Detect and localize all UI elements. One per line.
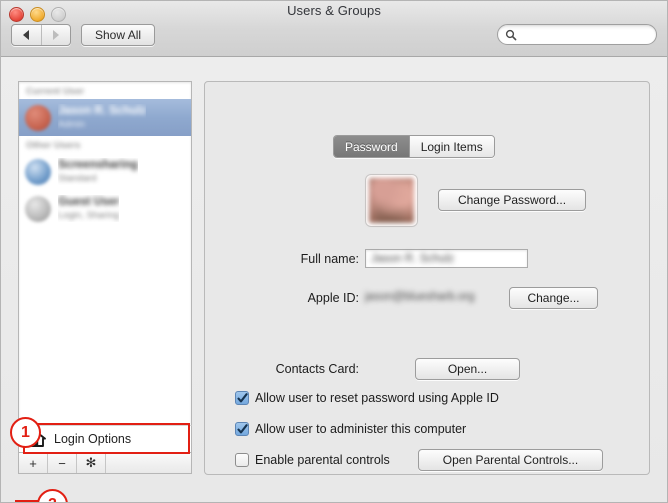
- forward-button[interactable]: [42, 25, 71, 45]
- sidebar-group-header: Current User: [26, 86, 85, 97]
- checkbox-reset-password[interactable]: [235, 391, 249, 405]
- navigation-segmented-control: [11, 24, 71, 46]
- sidebar-toolbar: + − ✻: [18, 453, 192, 474]
- apple-id-value: jason@bluesharb.org: [365, 291, 475, 303]
- checkbox-label-administer: Allow user to administer this computer: [255, 422, 467, 436]
- user-name: Guest User: [58, 196, 120, 209]
- avatar: [25, 104, 51, 131]
- user-role: Standard: [58, 172, 97, 184]
- search-icon: [505, 29, 517, 41]
- contacts-card-label: Contacts Card:: [275, 362, 359, 376]
- checkbox-row-parental-controls[interactable]: Enable parental controls: [235, 453, 390, 467]
- content-area: Current User Jason R. Schulz Admin Other…: [1, 57, 667, 502]
- settings-gear-button[interactable]: ✻: [77, 453, 106, 473]
- checkbox-parental-controls[interactable]: [235, 453, 249, 467]
- callout-badge-2: 2: [37, 489, 68, 502]
- change-apple-id-button[interactable]: Change...: [509, 287, 598, 309]
- full-name-input[interactable]: Jason R. Schulz: [365, 249, 528, 268]
- system-preferences-window: Users & Groups Show All Current User Jas…: [0, 0, 668, 503]
- account-photo-image: [369, 178, 414, 223]
- remove-user-button[interactable]: −: [48, 453, 77, 473]
- avatar: [25, 158, 51, 185]
- checkbox-label-parental-controls: Enable parental controls: [255, 453, 390, 467]
- tab-password[interactable]: Password: [334, 136, 409, 157]
- show-all-button[interactable]: Show All: [81, 24, 156, 46]
- forward-arrow-icon: [52, 30, 59, 40]
- sidebar-item-other-user-1[interactable]: Screensharing Standard: [19, 153, 191, 190]
- tab-login-items[interactable]: Login Items: [408, 136, 494, 157]
- user-name: Screensharing: [58, 159, 138, 172]
- change-password-button[interactable]: Change Password...: [438, 189, 586, 211]
- title-bar: Users & Groups Show All: [1, 1, 667, 57]
- user-role: Admin: [58, 118, 85, 130]
- add-user-button[interactable]: +: [19, 453, 48, 473]
- sidebar-item-other-user-2[interactable]: Guest User Login, Sharing: [19, 190, 191, 227]
- window-title: Users & Groups: [287, 3, 381, 18]
- user-role: Login, Sharing: [58, 209, 120, 221]
- search-field[interactable]: [497, 24, 657, 45]
- user-name: Jason R. Schulz: [58, 105, 147, 118]
- open-contacts-card-button[interactable]: Open...: [415, 358, 520, 380]
- checkbox-row-reset-password[interactable]: Allow user to reset password using Apple…: [235, 391, 499, 405]
- full-name-label: Full name:: [300, 252, 359, 266]
- login-options-label: Login Options: [54, 432, 132, 446]
- avatar: [25, 195, 51, 222]
- apple-id-label: Apple ID:: [307, 291, 359, 305]
- account-picture[interactable]: [365, 174, 418, 227]
- checkbox-administer[interactable]: [235, 422, 249, 436]
- sidebar-group-header-other: Other Users: [26, 140, 81, 151]
- back-arrow-icon: [23, 30, 30, 40]
- panel-tabs: Password Login Items: [333, 135, 495, 158]
- sidebar-item-login-options[interactable]: Login Options: [18, 425, 192, 453]
- search-input[interactable]: [521, 27, 645, 42]
- full-name-value: Jason R. Schulz: [371, 252, 455, 265]
- users-list-sidebar[interactable]: Current User Jason R. Schulz Admin Other…: [18, 81, 192, 429]
- callout-badge-1: 1: [10, 417, 41, 448]
- back-button[interactable]: [12, 25, 42, 45]
- checkbox-label-reset-password: Allow user to reset password using Apple…: [255, 391, 499, 405]
- checkbox-row-administer[interactable]: Allow user to administer this computer: [235, 422, 466, 436]
- open-parental-controls-button[interactable]: Open Parental Controls...: [418, 449, 603, 471]
- sidebar-item-current-user[interactable]: Jason R. Schulz Admin: [19, 99, 191, 136]
